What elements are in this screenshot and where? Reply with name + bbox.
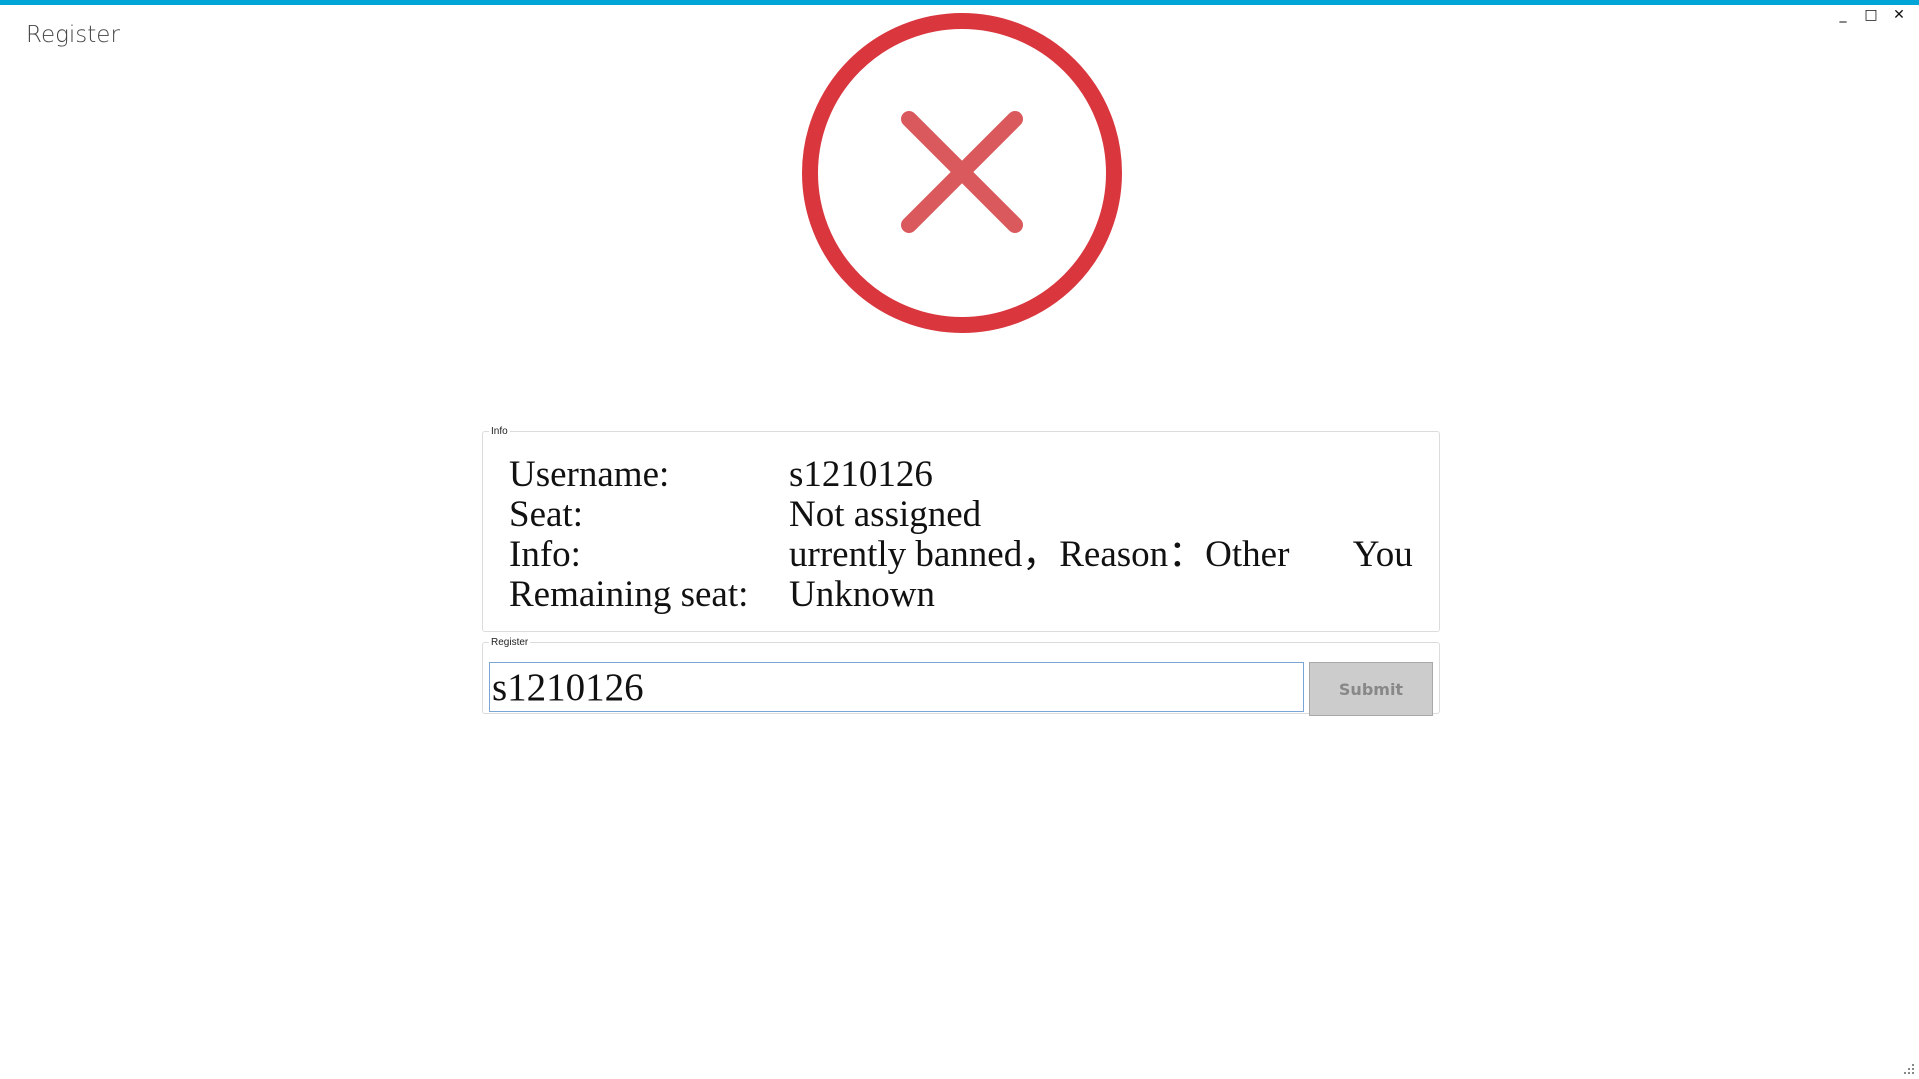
info-group: Info Username: s1210126 Seat: Not assign… [482, 426, 1440, 632]
username-value: s1210126 [789, 454, 933, 495]
info-content: Username: s1210126 Seat: Not assigned In… [483, 437, 1413, 617]
minimize-button[interactable]: _ [1833, 6, 1853, 24]
window-controls: _ □ ✕ [1833, 6, 1909, 24]
register-input[interactable] [489, 662, 1304, 712]
remaining-seat-value: Unknown [789, 574, 935, 615]
error-circle-x-icon [802, 13, 1122, 333]
remaining-seat-label: Remaining seat: [509, 574, 749, 615]
info-label: Info: [509, 534, 581, 575]
maximize-button[interactable]: □ [1861, 6, 1881, 24]
info-value: urrently banned，Reason：Other You are [789, 534, 1413, 575]
seat-label: Seat: [509, 494, 583, 535]
info-row-info: Info: urrently banned，Reason：Other You a… [509, 535, 1413, 575]
close-button[interactable]: ✕ [1889, 6, 1909, 24]
username-label: Username: [509, 454, 670, 495]
register-group: Register Submit [482, 637, 1440, 716]
resize-grip-icon[interactable] [1903, 1063, 1915, 1075]
register-legend: Register [491, 637, 529, 648]
info-row-seat: Seat: Not assigned [509, 495, 1413, 535]
info-row-remaining-seat: Remaining seat: Unknown [509, 575, 1413, 615]
info-legend: Info [491, 426, 508, 437]
title-accent-bar [0, 0, 1919, 5]
seat-value: Not assigned [789, 494, 982, 535]
submit-button[interactable]: Submit [1309, 662, 1433, 716]
window-title: Register [26, 22, 120, 48]
info-row-username: Username: s1210126 [509, 455, 1413, 495]
info-table: Username: s1210126 Seat: Not assigned In… [509, 455, 1413, 615]
